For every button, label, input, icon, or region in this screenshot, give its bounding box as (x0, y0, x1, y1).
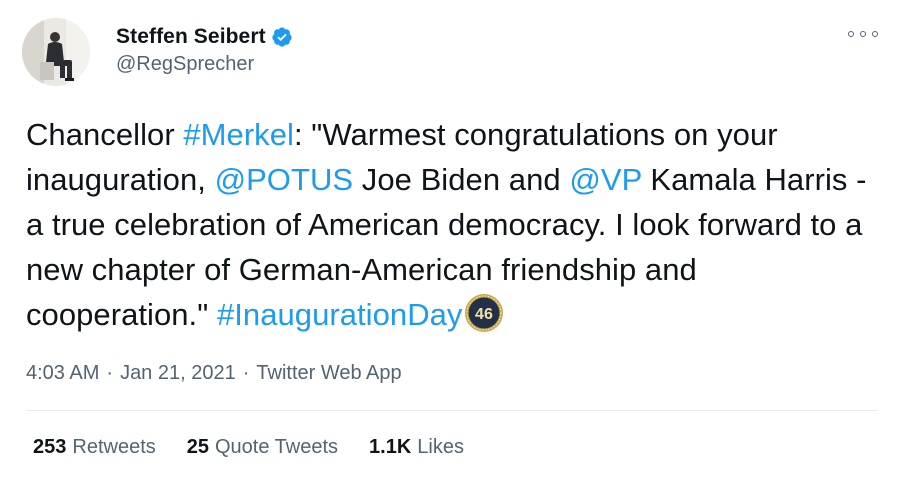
more-dot (848, 31, 854, 37)
divider (26, 410, 878, 411)
inauguration-46-hashflag-icon: 46 (464, 293, 504, 333)
tweet-stats: 253 Retweets 25 Quote Tweets 1.1K Likes (33, 436, 495, 459)
tweet-time-link[interactable]: 4:03 AM (26, 362, 99, 385)
tweet-meta: 4:03 AM · Jan 21, 2021 · Twitter Web App (26, 362, 402, 385)
author-name-row[interactable]: Steffen Seibert (116, 25, 293, 49)
author-handle[interactable]: @RegSprecher (116, 53, 254, 76)
text-segment: Joe Biden and (353, 162, 570, 197)
likes-label: Likes (417, 436, 464, 458)
verified-badge-icon (271, 26, 293, 48)
text-segment: Chancellor (26, 117, 184, 152)
tweet-card: Steffen Seibert @RegSprecher Chancellor … (0, 0, 898, 487)
more-dot (872, 31, 878, 37)
tweet-date-link[interactable]: Jan 21, 2021 (120, 362, 236, 385)
meta-separator: · (242, 362, 250, 384)
hashtag-merkel-link[interactable]: #Merkel (183, 117, 294, 152)
likes-stat-link[interactable]: 1.1K Likes (369, 436, 464, 459)
meta-separator: · (106, 362, 114, 384)
retweets-label: Retweets (72, 436, 156, 458)
quotes-count: 25 (186, 436, 209, 458)
tweet-text: Chancellor #Merkel: "Warmest congratulat… (26, 112, 876, 337)
avatar-photo (22, 18, 90, 86)
avatar[interactable] (22, 18, 90, 86)
likes-count: 1.1K (369, 436, 412, 458)
tweet-source-link[interactable]: Twitter Web App (256, 362, 401, 385)
hashtag-inaugurationday-link[interactable]: #InaugurationDay (217, 297, 463, 332)
mention-potus-link[interactable]: @POTUS (215, 162, 354, 197)
retweets-stat-link[interactable]: 253 Retweets (33, 436, 156, 459)
retweets-count: 253 (33, 436, 67, 458)
more-dot (860, 31, 866, 37)
quotes-label: Quote Tweets (215, 436, 339, 458)
quote-tweets-stat-link[interactable]: 25 Quote Tweets (187, 436, 338, 459)
more-options-icon[interactable] (848, 27, 878, 41)
author-display-name[interactable]: Steffen Seibert (116, 25, 266, 49)
hashflag-number: 46 (476, 306, 494, 323)
mention-vp-link[interactable]: @VP (569, 162, 641, 197)
